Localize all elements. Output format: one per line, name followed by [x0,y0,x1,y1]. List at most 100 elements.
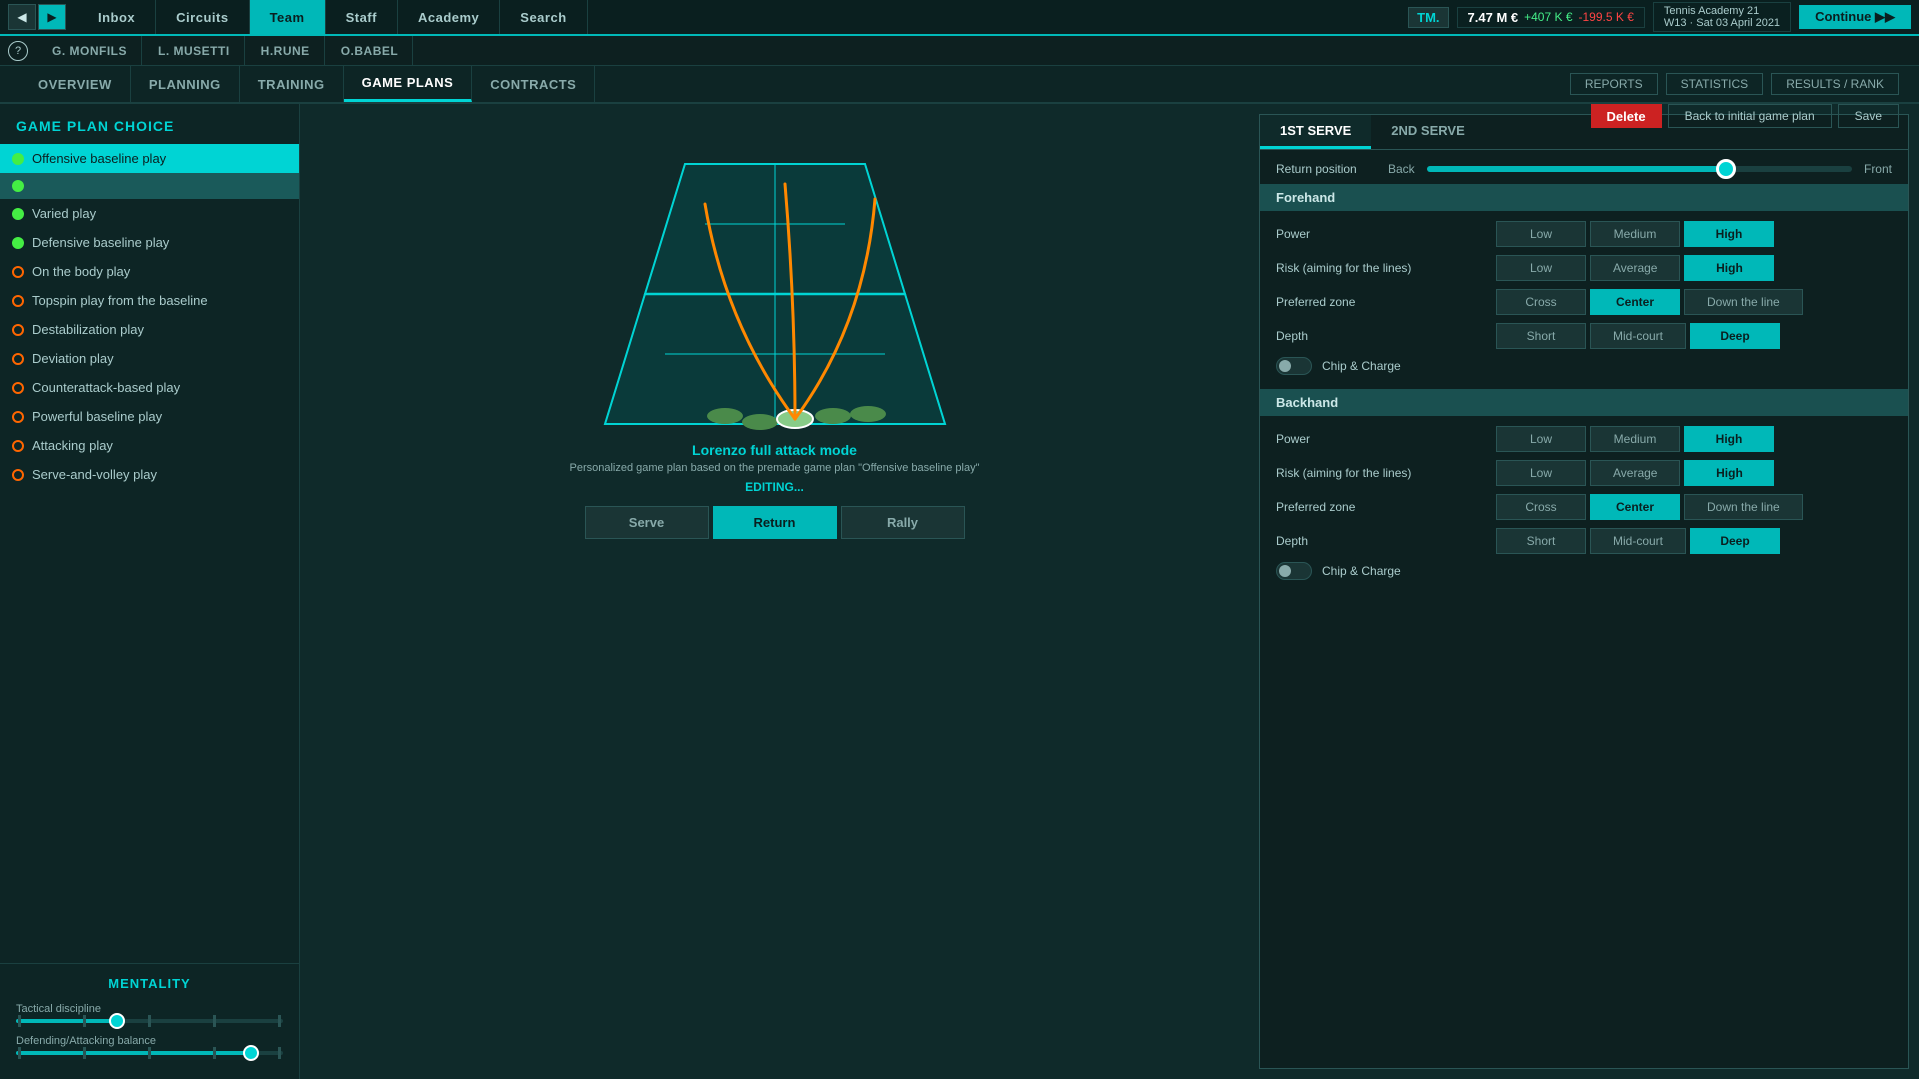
backhand-zone-cross[interactable]: Cross [1496,494,1586,520]
game-plan-item-selected[interactable] [0,173,299,199]
game-plan-label-powerful: Powerful baseline play [32,409,162,424]
game-plan-item-offensive[interactable]: Offensive baseline play [0,144,299,173]
dot-orange-body [12,266,24,278]
forehand-zone-label: Preferred zone [1276,295,1496,309]
sub-nav-gameplans[interactable]: GAME PLANS [344,66,473,102]
forehand-zone-down-line[interactable]: Down the line [1684,289,1803,315]
backhand-zone-row: Preferred zone Cross Center Down the lin… [1276,494,1892,520]
forehand-power-medium[interactable]: Medium [1590,221,1680,247]
reset-button[interactable]: Back to initial game plan [1668,104,1832,128]
game-plan-item-counter[interactable]: Counterattack-based play [0,373,299,402]
return-slider-handle[interactable] [1716,159,1736,179]
game-plan-item-body[interactable]: On the body play [0,257,299,286]
tactical-discipline-handle[interactable] [109,1013,125,1029]
forehand-depth-midcourt[interactable]: Mid-court [1590,323,1686,349]
dot-green-defensive [12,237,24,249]
forehand-depth-deep[interactable]: Deep [1690,323,1780,349]
forehand-risk-label: Risk (aiming for the lines) [1276,261,1496,275]
money-main: 7.47 M € [1468,10,1519,25]
forehand-zone-cross[interactable]: Cross [1496,289,1586,315]
sub-nav: OVERVIEW PLANNING TRAINING GAME PLANS CO… [0,66,1919,104]
backhand-depth-deep[interactable]: Deep [1690,528,1780,554]
game-plan-item-serve-volley[interactable]: Serve-and-volley play [0,460,299,489]
player-tab-musetti[interactable]: L. MUSETTI [144,36,245,65]
right-panel: 1ST SERVE 2ND SERVE Return position Back… [1259,114,1909,1069]
backhand-zone-down-line[interactable]: Down the line [1684,494,1803,520]
backhand-risk-low[interactable]: Low [1496,460,1586,486]
forehand-risk-average[interactable]: Average [1590,255,1680,281]
forehand-risk-high[interactable]: High [1684,255,1774,281]
game-plan-item-topspin[interactable]: Topspin play from the baseline [0,286,299,315]
delete-button[interactable]: Delete [1591,104,1662,128]
forehand-chip-charge-toggle[interactable] [1276,357,1312,375]
backhand-chip-charge-toggle[interactable] [1276,562,1312,580]
rally-mode-button[interactable]: Rally [841,506,965,539]
game-plan-label-body: On the body play [32,264,130,279]
dot-orange-attacking [12,440,24,452]
backhand-depth-short[interactable]: Short [1496,528,1586,554]
game-plan-item-powerful[interactable]: Powerful baseline play [0,402,299,431]
nav-search[interactable]: Search [500,0,587,34]
backhand-power-medium[interactable]: Medium [1590,426,1680,452]
backhand-risk-average[interactable]: Average [1590,460,1680,486]
dot-orange-topspin [12,295,24,307]
game-plan-item-destab[interactable]: Destabilization play [0,315,299,344]
backhand-depth-midcourt[interactable]: Mid-court [1590,528,1686,554]
defending-attacking-track[interactable] [16,1051,283,1055]
backhand-risk-high[interactable]: High [1684,460,1774,486]
serve-mode-button[interactable]: Serve [585,506,709,539]
forehand-chip-charge-label: Chip & Charge [1322,359,1401,373]
tactical-discipline-track[interactable] [16,1019,283,1023]
serve-tab-first[interactable]: 1ST SERVE [1260,115,1371,149]
help-icon[interactable]: ? [8,41,28,61]
forehand-power-low[interactable]: Low [1496,221,1586,247]
player-tab-rune[interactable]: H.RUNE [247,36,325,65]
dot-green-varied [12,208,24,220]
defending-attacking-handle[interactable] [243,1045,259,1061]
forehand-power-high[interactable]: High [1684,221,1774,247]
back-arrow[interactable]: ◀ [8,4,36,30]
main-content: GAME PLAN CHOICE Delete Back to initial … [0,104,1919,1079]
forehand-risk-low[interactable]: Low [1496,255,1586,281]
sub-nav-training[interactable]: TRAINING [240,66,344,102]
game-plan-list: Offensive baseline play Varied play Defe… [0,144,299,963]
academy-info: Tennis Academy 21 W13 · Sat 03 April 202… [1653,2,1791,32]
continue-button[interactable]: Continue ▶▶ [1799,5,1911,29]
game-plan-title: GAME PLAN CHOICE [0,104,299,144]
backhand-power-high[interactable]: High [1684,426,1774,452]
nav-team[interactable]: Team [250,0,326,34]
nav-inbox[interactable]: Inbox [78,0,156,34]
return-position-slider[interactable] [1427,166,1852,172]
game-plan-item-attacking[interactable]: Attacking play [0,431,299,460]
sub-nav-contracts[interactable]: CONTRACTS [472,66,595,102]
nav-staff[interactable]: Staff [326,0,398,34]
player-tab-babel[interactable]: O.BABEL [327,36,414,65]
forward-arrow[interactable]: ▶ [38,4,66,30]
statistics-button[interactable]: STATISTICS [1666,73,1764,95]
backhand-depth-label: Depth [1276,534,1496,548]
game-plan-item-deviation[interactable]: Deviation play [0,344,299,373]
game-plan-label-offensive: Offensive baseline play [32,151,166,166]
money-neg: -199.5 K € [1579,10,1634,24]
defending-attacking-label: Defending/Attacking balance [16,1035,283,1047]
results-rank-button[interactable]: RESULTS / RANK [1771,73,1899,95]
nav-academy[interactable]: Academy [398,0,500,34]
game-plan-label-attacking: Attacking play [32,438,113,453]
sub-nav-overview[interactable]: OVERVIEW [20,66,131,102]
forehand-power-row: Power Low Medium High [1276,221,1892,247]
game-plan-item-defensive[interactable]: Defensive baseline play [0,228,299,257]
forehand-power-label: Power [1276,227,1496,241]
nav-circuits[interactable]: Circuits [156,0,249,34]
backhand-power-low[interactable]: Low [1496,426,1586,452]
sub-nav-planning[interactable]: PLANNING [131,66,240,102]
dot-orange-destab [12,324,24,336]
player-tab-monfils[interactable]: G. MONFILS [38,36,142,65]
forehand-zone-center[interactable]: Center [1590,289,1680,315]
save-button[interactable]: Save [1838,104,1899,128]
reports-button[interactable]: REPORTS [1570,73,1658,95]
serve-tab-second[interactable]: 2ND SERVE [1371,115,1484,149]
forehand-depth-short[interactable]: Short [1496,323,1586,349]
game-plan-item-varied[interactable]: Varied play [0,199,299,228]
backhand-zone-center[interactable]: Center [1590,494,1680,520]
return-mode-button[interactable]: Return [713,506,837,539]
